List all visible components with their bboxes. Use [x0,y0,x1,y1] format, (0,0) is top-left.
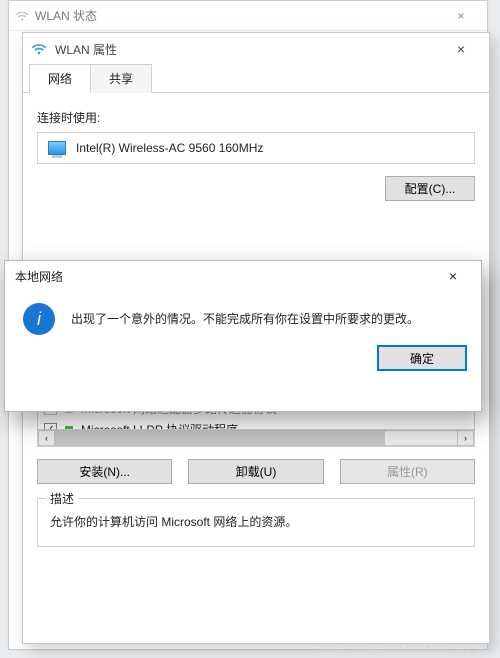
ok-button[interactable]: 确定 [377,345,467,371]
adapter-box[interactable]: Intel(R) Wireless-AC 9560 160MHz [37,132,475,164]
description-legend: 描述 [46,490,78,507]
protocol-button-row: 安装(N)... 卸载(U) 属性(R) [37,459,475,484]
wlan-status-titlebar: WLAN 状态 × [9,1,487,31]
scroll-left-button[interactable]: ‹ [38,430,55,446]
modal-body: i 出现了一个意外的情况。不能完成所有你在设置中所要求的更改。 [5,291,481,339]
description-text: 允许你的计算机访问 Microsoft 网络上的资源。 [50,513,462,530]
tab-sharing-label: 共享 [109,72,133,86]
wlan-properties-title: WLAN 属性 [55,41,441,58]
wifi-icon [15,10,29,22]
connect-using-label: 连接时使用: [37,109,475,126]
configure-button[interactable]: 配置(C)... [385,176,475,201]
adapter-name: Intel(R) Wireless-AC 9560 160MHz [76,141,263,155]
tab-network-label: 网络 [48,72,72,86]
protocol-properties-button: 属性(R) [340,459,475,484]
local-network-modal: 本地网络 × i 出现了一个意外的情况。不能完成所有你在设置中所要求的更改。 确… [4,260,482,412]
watermark: https://blog.csdn.net/Kyrie_py_css [317,642,494,654]
modal-button-row: 确定 [5,339,481,383]
tab-network[interactable]: 网络 [29,64,91,93]
scroll-thumb[interactable] [55,431,385,445]
close-icon[interactable]: × [441,9,481,23]
scroll-track[interactable] [55,430,457,446]
horizontal-scrollbar[interactable]: ‹ › [38,429,474,446]
adapter-icon [48,141,66,155]
modal-title: 本地网络 [15,268,435,285]
wifi-icon [31,42,47,56]
wlan-properties-titlebar: WLAN 属性 × [23,33,489,65]
scroll-right-button[interactable]: › [457,430,474,446]
install-button[interactable]: 安装(N)... [37,459,172,484]
modal-titlebar: 本地网络 × [5,261,481,291]
tab-bar: 网络 共享 [23,65,489,93]
close-icon[interactable]: × [441,41,481,57]
tab-sharing[interactable]: 共享 [90,64,152,93]
uninstall-button[interactable]: 卸载(U) [188,459,323,484]
close-icon[interactable]: × [435,268,471,284]
modal-message: 出现了一个意外的情况。不能完成所有你在设置中所要求的更改。 [71,310,419,328]
info-icon: i [23,303,55,335]
wlan-status-title: WLAN 状态 [35,7,97,24]
description-groupbox: 描述 允许你的计算机访问 Microsoft 网络上的资源。 [37,498,475,547]
